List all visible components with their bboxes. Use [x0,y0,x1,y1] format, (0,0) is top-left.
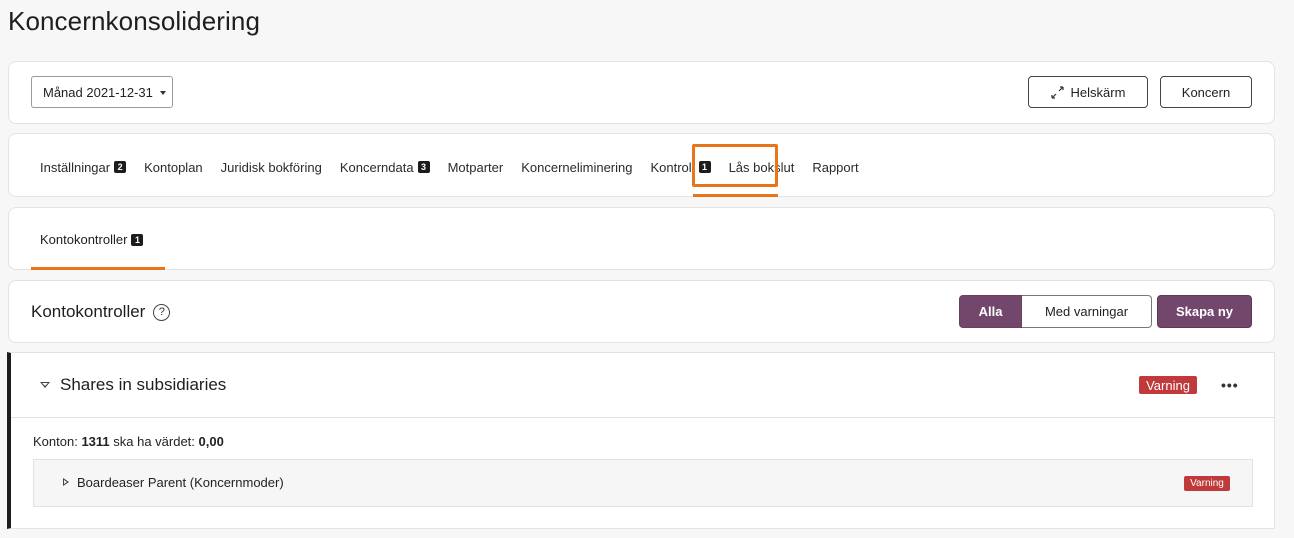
tab-koncerneliminering[interactable]: Koncerneliminering [521,159,632,175]
rule-middle: ska ha värdet: [109,434,199,449]
filter-all-button[interactable]: Alla [959,295,1022,328]
filter-warnings-button[interactable]: Med varningar [1022,295,1152,328]
active-tab-underline [693,194,778,197]
more-options-icon[interactable]: ••• [1221,377,1239,393]
count-badge: 2 [114,161,127,173]
chevron-down-icon [160,91,166,95]
period-select[interactable]: Månad 2021-12-31 [31,76,173,108]
koncern-button-label: Koncern [1181,84,1231,100]
fullscreen-button-label: Helskärm [1070,84,1126,100]
count-badge: 1 [131,233,144,246]
fullscreen-button[interactable]: Helskärm [1028,76,1148,108]
subtab-kontokontroller[interactable]: Kontokontroller 1 [40,232,144,247]
entity-name: Boardeaser Parent (Koncernmoder) [77,475,284,490]
count-badge: 3 [417,161,430,173]
page-title: Koncernkonsolidering [8,6,261,36]
filter-toggle: Alla Med varningar [959,295,1152,328]
control-panel: Shares in subsidiaries Varning ••• Konto… [7,352,1275,529]
tab-koncerndata[interactable]: Koncerndata 3 [340,159,430,175]
tab-label: Kontoplan [144,159,203,175]
expand-triangle-icon[interactable] [63,478,69,486]
subtab-label: Kontokontroller [40,232,128,247]
tab-label: Koncerndata [339,159,414,175]
tab-label: Motparter [447,159,504,175]
control-header[interactable]: Shares in subsidiaries Varning ••• [11,353,1274,418]
rule-value: 0,00 [198,434,224,449]
period-select-value: Månad 2021-12-31 [43,84,153,100]
active-subtab-underline [31,267,165,270]
active-tab-highlight [692,144,778,187]
sub-tabs-card: Kontokontroller 1 [8,207,1275,270]
create-new-button[interactable]: Skapa ny [1157,295,1252,328]
rule-account: 1311 [81,434,110,449]
help-icon[interactable]: ? [153,303,171,321]
collapse-triangle-icon[interactable] [40,382,50,388]
section-title-text: Kontokontroller [31,302,146,321]
rule-description: Konton: 1311 ska ha värdet: 0,00 [33,434,224,449]
entity-row[interactable]: Boardeaser Parent (Koncernmoder) Varning [33,459,1253,507]
control-title: Shares in subsidiaries [60,375,227,394]
main-tabs-card: Inställningar 2 Kontoplan Juridisk bokfö… [8,133,1275,197]
tab-label: Kontroll [650,159,695,175]
rule-prefix: Konton: [33,434,82,449]
section-header-card: Kontokontroller ? Alla Med varningar Ska… [8,280,1275,343]
tab-label: Rapport [812,159,859,175]
tab-motparter[interactable]: Motparter [448,159,504,175]
tab-installningar[interactable]: Inställningar 2 [40,159,127,175]
koncern-button[interactable]: Koncern [1160,76,1252,108]
status-badge: Varning [1139,376,1197,394]
tab-label: Inställningar [40,159,111,175]
tab-rapport[interactable]: Rapport [812,159,858,175]
toolbar-card: Månad 2021-12-31 Helskärm Koncern [8,61,1275,124]
tab-label: Juridisk bokföring [220,159,322,175]
status-badge: Varning [1184,476,1230,491]
tab-label: Koncerneliminering [521,159,633,175]
section-title: Kontokontroller ? [31,302,171,322]
expand-icon [1050,85,1064,99]
tab-kontoplan[interactable]: Kontoplan [144,159,203,175]
tab-juridisk-bokforing[interactable]: Juridisk bokföring [221,159,322,175]
